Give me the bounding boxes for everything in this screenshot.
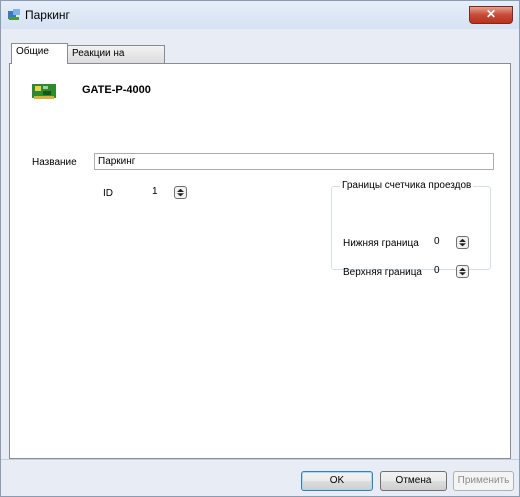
tab-event-reactions[interactable]: Реакции на события (67, 45, 165, 75)
id-label: ID (103, 188, 113, 199)
general-tab-panel: GATE-P-4000 Название Паркинг ID 1 Границ… (9, 63, 511, 459)
close-icon: ✕ (485, 7, 497, 21)
id-value: 1 (152, 186, 158, 197)
dialog-window: Паркинг ✕ Общие Реакции на события GATE-… (0, 0, 520, 497)
title-bar[interactable]: Паркинг ✕ (1, 1, 519, 29)
upper-bound-arrows-icon[interactable] (456, 265, 469, 278)
lower-bound-value: 0 (434, 236, 440, 247)
device-model-label: GATE-P-4000 (82, 84, 151, 96)
footer-divider (1, 459, 519, 460)
upper-bound-label: Верхняя граница (343, 267, 422, 278)
cancel-button[interactable]: Отмена (380, 471, 447, 491)
lower-bound-stepper[interactable]: 0 (432, 234, 472, 252)
tab-strip: Общие Реакции на события (9, 43, 511, 75)
ok-button[interactable]: OK (301, 471, 373, 491)
apply-button[interactable]: Применить (453, 471, 514, 491)
name-label: Название (32, 157, 77, 168)
upper-bound-value: 0 (434, 265, 440, 276)
controller-board-icon (32, 84, 56, 99)
id-stepper-arrows-icon[interactable] (174, 186, 187, 199)
parking-device-icon (8, 9, 20, 20)
cancel-button-label: Отмена (395, 475, 432, 486)
lower-bound-label: Нижняя граница (343, 238, 419, 249)
apply-button-label: Применить (457, 475, 510, 486)
id-stepper[interactable]: 1 (150, 184, 190, 202)
upper-bound-stepper[interactable]: 0 (432, 263, 472, 281)
counter-bounds-group (331, 186, 491, 270)
window-title: Паркинг (25, 8, 70, 22)
lower-bound-arrows-icon[interactable] (456, 236, 469, 249)
name-field[interactable]: Паркинг (94, 153, 494, 170)
close-button[interactable]: ✕ (469, 6, 513, 24)
counter-bounds-caption: Границы счетчика проездов (340, 180, 474, 191)
ok-button-label: OK (329, 475, 345, 486)
tab-general-label: Общие (16, 46, 49, 57)
dialog-client: Общие Реакции на события GATE-P-4000 Наз… (9, 29, 511, 459)
name-field-value: Паркинг (98, 156, 136, 167)
tab-general[interactable]: Общие (11, 43, 68, 64)
